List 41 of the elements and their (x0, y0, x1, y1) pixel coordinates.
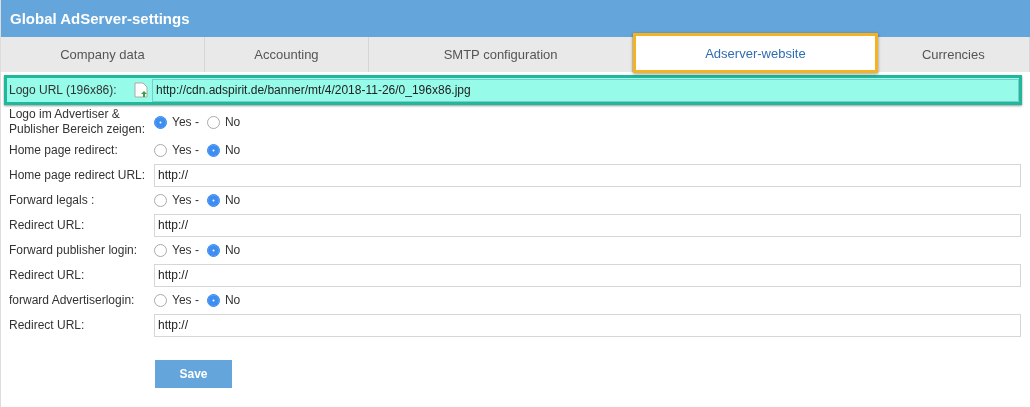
field-label: Forward legals : (9, 192, 96, 208)
input-field[interactable]: http:// (154, 313, 1021, 337)
radio-label: Yes - (172, 293, 199, 307)
radio-label: No (224, 143, 241, 157)
input-field[interactable]: http://cdn.adspirit.de/banner/mt/4/2018-11-26/0_196x86.jpg (152, 78, 1019, 102)
radio-button[interactable] (154, 243, 167, 257)
field-label: Home page redirect: (9, 142, 119, 158)
field-label: Logo im Advertiser & Publisher Bereich zeigen: (9, 107, 147, 137)
radio-label: Yes - (172, 243, 199, 257)
window-title: Global AdServer-settings (10, 10, 190, 27)
radio-button[interactable] (206, 115, 220, 129)
field-label: Redirect URL: (9, 317, 86, 333)
field-label: Forward publisher login: (9, 242, 139, 258)
field-label: Redirect URL: (9, 217, 86, 233)
input-field[interactable]: http:// (154, 213, 1021, 237)
field-label: Logo URL (196x86): (9, 82, 118, 98)
tab[interactable]: Company data (1, 37, 205, 72)
radio-button[interactable] (206, 143, 220, 157)
field-label: forward Advertiserlogin: (9, 292, 136, 308)
radio-label: No (224, 243, 241, 257)
radio-label: No (224, 115, 241, 129)
radio-label: Yes - (172, 193, 199, 207)
input-field[interactable]: http:// (154, 163, 1021, 187)
input-field[interactable]: http:// (154, 263, 1021, 287)
file-upload-icon[interactable] (134, 82, 148, 98)
radio-label: Yes - (172, 115, 199, 129)
radio-label: No (224, 193, 241, 207)
radio-button[interactable] (154, 293, 167, 307)
field-label: Home page redirect URL: (9, 167, 147, 183)
radio-label: No (224, 293, 241, 307)
radio-button[interactable] (154, 115, 167, 129)
radio-button[interactable] (206, 193, 220, 207)
field-label: Redirect URL: (9, 267, 86, 283)
tab[interactable]: Currencies (877, 37, 1030, 72)
radio-button[interactable] (206, 243, 220, 257)
radio-button[interactable] (206, 293, 220, 307)
radio-button[interactable] (154, 193, 167, 207)
radio-button[interactable] (154, 143, 167, 157)
tab[interactable]: Adserver-website (633, 33, 878, 73)
tab[interactable]: Accounting (204, 37, 370, 72)
radio-label: Yes - (172, 143, 199, 157)
